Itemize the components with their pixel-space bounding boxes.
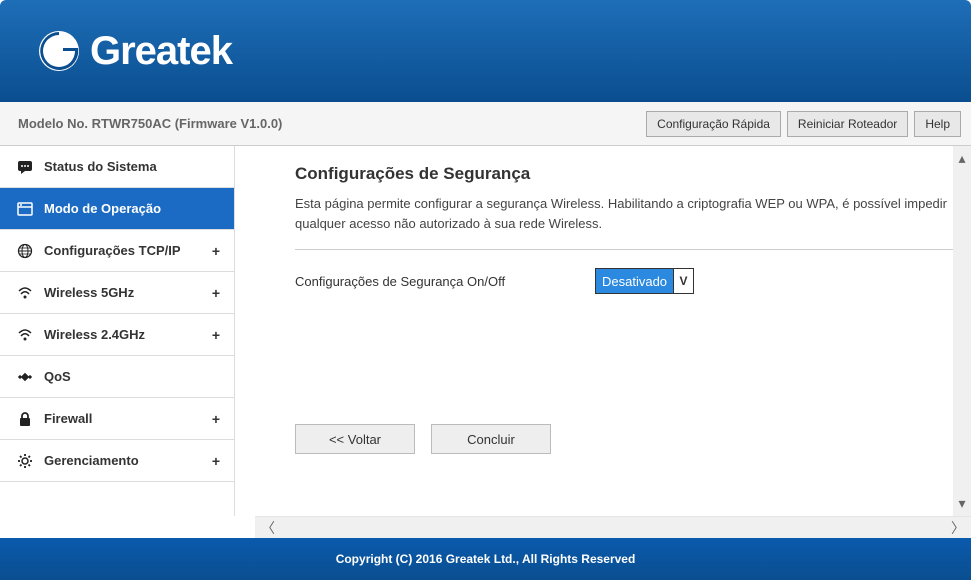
sidebar-item-label: Modo de Operação [44,201,161,216]
sidebar-item-qos[interactable]: QoS [0,356,234,398]
gear-icon [14,453,36,469]
copyright-text: Copyright (C) 2016 Greatek Ltd., All Rig… [336,552,636,566]
divider [295,249,971,250]
expand-icon: + [212,453,220,469]
action-buttons: << Voltar Concluir [295,424,971,454]
scroll-down-icon[interactable]: ▾ [958,495,965,512]
restart-router-button[interactable]: Reiniciar Roteador [787,111,908,137]
sidebar-item-label: Wireless 5GHz [44,285,134,300]
select-value: Desativado [596,269,673,293]
finish-button[interactable]: Concluir [431,424,551,454]
diamond-icon [14,369,36,385]
sidebar-item-firewall[interactable]: Firewall + [0,398,234,440]
chevron-down-icon: V [673,269,693,293]
footer: Copyright (C) 2016 Greatek Ltd., All Rig… [0,538,971,580]
globe-icon [14,243,36,259]
expand-icon: + [212,327,220,343]
sidebar-item-label: Firewall [44,411,92,426]
help-button[interactable]: Help [914,111,961,137]
wifi-icon [14,327,36,343]
content-area: Configurações de Segurança Esta página p… [235,146,971,516]
scroll-right-icon[interactable]: 〉 [951,518,965,538]
security-toggle-row: Configurações de Segurança On/Off Desati… [295,268,971,294]
sidebar-item-operation-mode[interactable]: Modo de Operação [0,188,234,230]
scroll-up-icon[interactable]: ▴ [958,150,965,167]
vertical-scrollbar[interactable]: ▴ ▾ [953,146,971,516]
sidebar-item-label: Wireless 2.4GHz [44,327,145,342]
content-scroll[interactable]: Configurações de Segurança Esta página p… [235,146,971,516]
horizontal-scrollbar[interactable]: 〈 〉 [255,516,971,538]
page-description: Esta página permite configurar a seguran… [295,194,971,233]
sidebar-item-label: Status do Sistema [44,159,157,174]
logo-icon [38,30,80,72]
quick-config-button[interactable]: Configuração Rápida [646,111,781,137]
expand-icon: + [212,285,220,301]
model-info: Modelo No. RTWR750AC (Firmware V1.0.0) [18,116,282,131]
sidebar-item-status[interactable]: Status do Sistema [0,146,234,188]
scroll-left-icon[interactable]: 〈 [261,518,275,538]
back-button[interactable]: << Voltar [295,424,415,454]
sidebar-item-label: Configurações TCP/IP [44,243,181,258]
info-bar: Modelo No. RTWR750AC (Firmware V1.0.0) C… [0,102,971,146]
header: Greatek [0,0,971,102]
page-title: Configurações de Segurança [295,164,971,184]
window-icon [14,201,36,217]
sidebar-item-label: QoS [44,369,71,384]
main-area: Status do Sistema Modo de Operação Confi… [0,146,971,516]
lock-icon [14,411,36,427]
wifi-icon [14,285,36,301]
sidebar-item-wireless-24ghz[interactable]: Wireless 2.4GHz + [0,314,234,356]
sidebar-item-label: Gerenciamento [44,453,139,468]
security-toggle-select[interactable]: Desativado V [595,268,694,294]
expand-icon: + [212,411,220,427]
sidebar-item-wireless-5ghz[interactable]: Wireless 5GHz + [0,272,234,314]
sidebar-item-tcpip[interactable]: Configurações TCP/IP + [0,230,234,272]
sidebar-item-management[interactable]: Gerenciamento + [0,440,234,482]
top-buttons: Configuração Rápida Reiniciar Roteador H… [646,111,961,137]
brand-name: Greatek [90,29,232,74]
sidebar: Status do Sistema Modo de Operação Confi… [0,146,235,516]
security-toggle-label: Configurações de Segurança On/Off [295,274,595,289]
chat-icon [14,159,36,175]
expand-icon: + [212,243,220,259]
logo: Greatek [38,29,232,74]
